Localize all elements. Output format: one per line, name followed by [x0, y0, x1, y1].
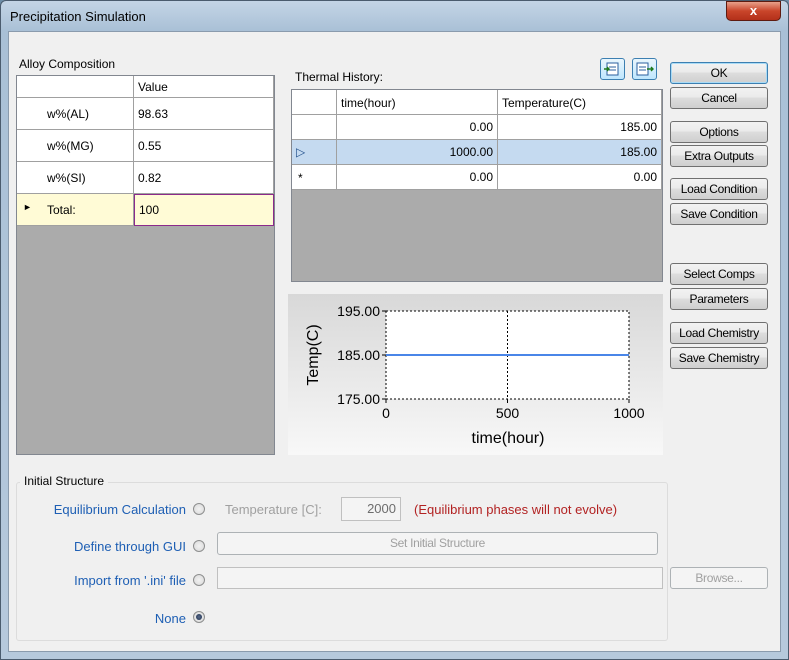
temperature-input[interactable]: 2000	[341, 497, 401, 521]
thermal-time-cell[interactable]: 0.00	[337, 165, 498, 190]
current-row-arrow-icon: ►	[23, 202, 32, 212]
define-through-gui-radio[interactable]	[193, 540, 205, 552]
alloy-total-cell[interactable]: 100	[134, 194, 274, 226]
import-table-button[interactable]	[600, 58, 625, 80]
y-tick-label: 185.00	[337, 347, 380, 363]
title-bar[interactable]: Precipitation Simulation	[0, 0, 789, 32]
thermal-new-row-header[interactable]: *	[292, 165, 337, 190]
alloy-row-header[interactable]: w%(AL)	[17, 98, 134, 130]
thermal-corner-header	[292, 90, 337, 115]
thermal-time-cell[interactable]: 1000.00	[337, 140, 498, 165]
thermal-time-header: time(hour)	[337, 90, 498, 115]
initial-structure-label: Initial Structure	[20, 474, 109, 488]
import-ini-label: Import from '.ini' file	[74, 573, 186, 588]
import-ini-radio[interactable]	[193, 574, 205, 586]
thermal-temp-cell[interactable]: 0.00	[498, 165, 662, 190]
save-chemistry-button[interactable]: Save Chemistry	[670, 347, 768, 369]
load-chemistry-button[interactable]: Load Chemistry	[670, 322, 768, 344]
temperature-chart-panel: Temp(C) time(hour) 195.00 185.00 175.00 0 50…	[288, 294, 663, 455]
export-table-button[interactable]	[632, 58, 657, 80]
parameters-button[interactable]: Parameters	[670, 288, 768, 310]
equilibrium-warning: (Equilibrium phases will not evolve)	[414, 502, 618, 517]
ini-file-path-input[interactable]	[217, 567, 663, 589]
x-tick-label: 0	[382, 405, 390, 421]
alloy-row-header[interactable]: w%(SI)	[17, 162, 134, 194]
close-button[interactable]: x	[726, 1, 781, 21]
none-radio[interactable]	[193, 611, 205, 623]
alloy-row-name: w%(AL)	[47, 107, 90, 121]
browse-button[interactable]: Browse...	[670, 567, 768, 589]
equilibrium-calculation-radio[interactable]	[193, 503, 205, 515]
y-axis-label: Temp(C)	[305, 324, 322, 385]
thermal-temp-cell[interactable]: 185.00	[498, 115, 662, 140]
alloy-composition-label: Alloy Composition	[19, 57, 116, 71]
thermal-temp-header: Temperature(C)	[498, 90, 662, 115]
alloy-value-cell[interactable]: 0.82	[134, 162, 274, 194]
import-table-icon	[604, 62, 619, 76]
thermal-history-label: Thermal History:	[295, 70, 384, 84]
y-tick-label: 175.00	[337, 391, 380, 407]
alloy-grid: Value w%(AL) 98.63 w%(MG) 0.55 w%(SI) 0.…	[16, 75, 275, 455]
load-condition-button[interactable]: Load Condition	[670, 178, 768, 200]
temperature-chart: Temp(C) time(hour) 195.00 185.00 175.000 50…	[305, 303, 645, 447]
x-tick-label: 500	[496, 405, 520, 421]
save-condition-button[interactable]: Save Condition	[670, 203, 768, 225]
cancel-button[interactable]: Cancel	[670, 87, 768, 109]
equilibrium-calculation-label: Equilibrium Calculation	[53, 502, 186, 517]
options-button[interactable]: Options	[670, 121, 768, 143]
thermal-temp-cell[interactable]: 185.00	[498, 140, 662, 165]
alloy-total-label: Total:	[47, 203, 76, 217]
alloy-row-header[interactable]: w%(MG)	[17, 130, 134, 162]
alloy-value-cell[interactable]: 0.55	[134, 130, 274, 162]
thermal-time-cell[interactable]: 0.00	[337, 115, 498, 140]
y-tick-label: 195.00	[337, 303, 380, 319]
none-label: None	[154, 611, 186, 626]
ok-button[interactable]: OK	[670, 62, 768, 84]
alloy-row-name: w%(MG)	[47, 139, 94, 153]
alloy-row-name: w%(SI)	[47, 171, 86, 185]
alloy-corner-header	[17, 76, 134, 98]
alloy-total-row-header[interactable]: ► Total:	[17, 194, 134, 226]
x-tick-label: 1000	[613, 405, 644, 421]
select-comps-button[interactable]: Select Comps	[670, 263, 768, 285]
set-initial-structure-button[interactable]: Set Initial Structure	[217, 532, 658, 555]
window-title: Precipitation Simulation	[10, 9, 146, 24]
x-axis-label: time(hour)	[472, 430, 545, 447]
alloy-value-header: Value	[134, 76, 274, 98]
thermal-grid: time(hour) Temperature(C) 0.00 185.00 ▷ …	[291, 89, 663, 282]
define-through-gui-label: Define through GUI	[73, 539, 186, 554]
thermal-selected-row-header[interactable]: ▷	[292, 140, 337, 165]
export-table-icon	[636, 62, 654, 76]
thermal-row-header[interactable]	[292, 115, 337, 140]
alloy-value-cell[interactable]: 98.63	[134, 98, 274, 130]
extra-outputs-button[interactable]: Extra Outputs	[670, 145, 768, 167]
temperature-label: Temperature [C]:	[225, 502, 322, 517]
